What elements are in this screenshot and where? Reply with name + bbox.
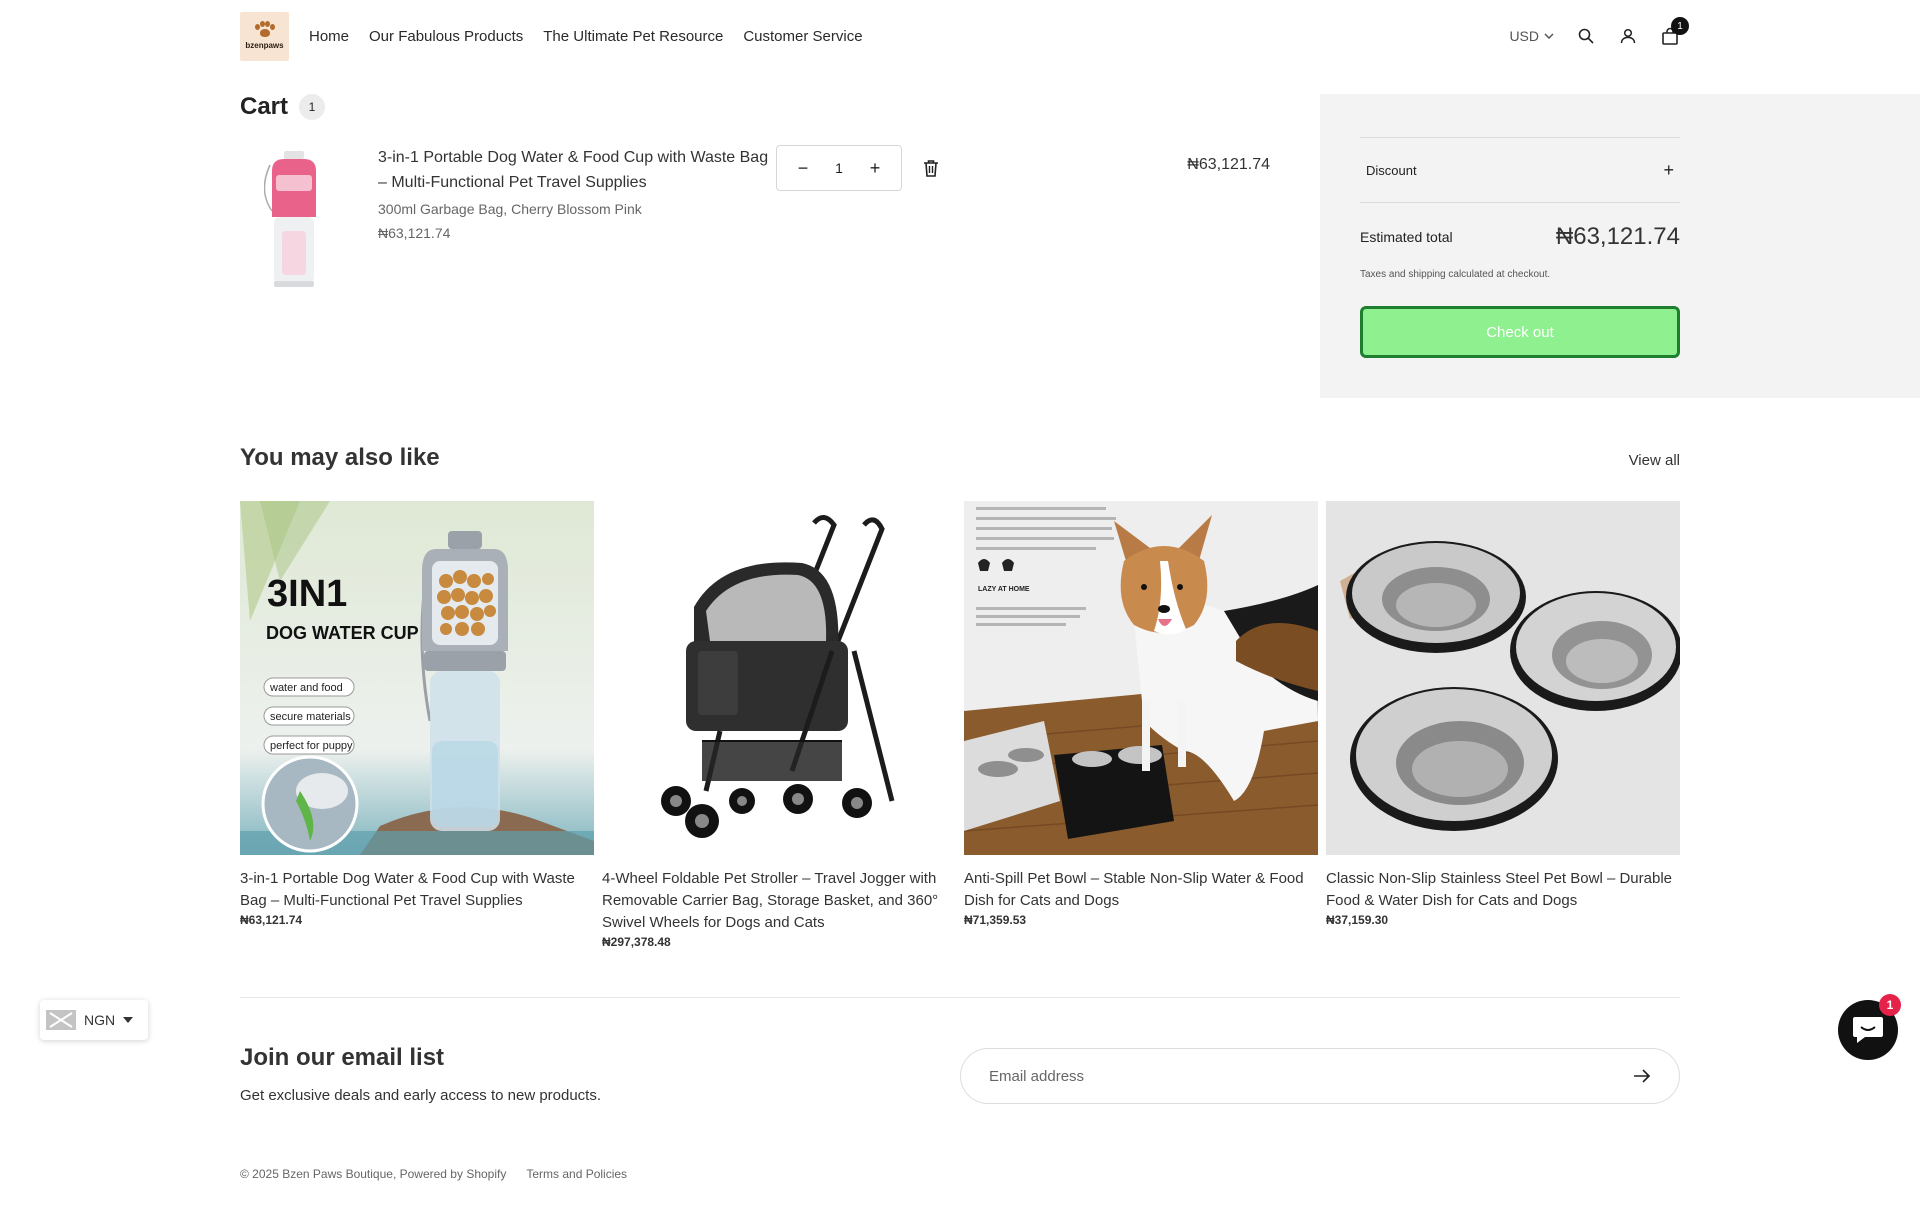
newsletter-section: Join our email list Get exclusive deals … <box>240 1044 601 1104</box>
site-header: bzenpaws Home Our Fabulous Products The … <box>240 11 1689 61</box>
product-image[interactable]: LAZY AT HOME <box>963 501 1319 855</box>
recommendations-header: You may also like View all <box>240 444 1680 472</box>
arrow-right-icon[interactable] <box>1633 1069 1651 1083</box>
paw-icon <box>254 21 275 38</box>
currency-selector[interactable]: USD <box>1509 28 1554 44</box>
estimated-total-row: Estimated total ₦63,121.74 <box>1360 223 1680 251</box>
product-price: ₦297,378.48 <box>602 935 671 949</box>
product-title[interactable]: 4-Wheel Foldable Pet Stroller – Travel J… <box>602 868 956 934</box>
caret-down-icon <box>123 1017 134 1023</box>
email-placeholder: Email address <box>989 1067 1085 1085</box>
cart-item-variant: 300ml Garbage Bag, Cherry Blossom Pink <box>378 201 642 217</box>
plus-icon: + <box>1663 159 1674 180</box>
search-button[interactable] <box>1576 26 1596 46</box>
cart-count-badge: 1 <box>1671 17 1689 35</box>
product-card[interactable]: Classic Non-Slip Stainless Steel Pet Bow… <box>1326 501 1682 949</box>
cart-button[interactable]: 1 <box>1660 17 1689 46</box>
product-image[interactable]: 3IN1 DOG WATER CUP water and food secure… <box>240 501 594 855</box>
product-image-subheadline: DOG WATER CUP <box>266 623 419 643</box>
account-button[interactable] <box>1618 26 1638 46</box>
chat-button[interactable]: 1 <box>1838 994 1901 1060</box>
store-logo[interactable]: bzenpaws <box>240 11 289 61</box>
product-image-brand: LAZY AT HOME <box>978 586 1030 593</box>
product-image-feature-3: perfect for puppy <box>270 740 353 752</box>
view-all-link[interactable]: View all <box>1629 452 1680 469</box>
cart-item-title[interactable]: 3-in-1 Portable Dog Water & Food Cup wit… <box>378 145 778 195</box>
nav-pet-resource[interactable]: The Ultimate Pet Resource <box>543 28 723 45</box>
logo-text: bzenpaws <box>245 41 284 50</box>
checkout-button[interactable]: Check out <box>1360 306 1680 358</box>
product-title[interactable]: Anti-Spill Pet Bowl – Stable Non-Slip Wa… <box>964 868 1318 912</box>
discount-label: Discount <box>1366 162 1417 178</box>
flag-icon <box>46 1010 76 1030</box>
discount-toggle[interactable]: Discount + <box>1360 137 1680 203</box>
trash-icon[interactable] <box>923 159 939 177</box>
main-nav: Home Our Fabulous Products The Ultimate … <box>309 28 863 45</box>
estimated-total-value: ₦63,121.74 <box>1555 223 1680 250</box>
newsletter-title: Join our email list <box>240 1044 445 1071</box>
user-icon <box>1620 28 1636 44</box>
cart-line-item: 3-in-1 Portable Dog Water & Food Cup wit… <box>240 145 1270 295</box>
nav-home[interactable]: Home <box>309 28 349 45</box>
cart-heading: Cart 1 <box>240 93 326 121</box>
chat-badge: 1 <box>1879 994 1901 1016</box>
product-price: ₦63,121.74 <box>240 913 303 927</box>
product-title[interactable]: 3-in-1 Portable Dog Water & Food Cup wit… <box>240 868 594 912</box>
email-field[interactable]: Email address <box>960 1048 1680 1104</box>
product-card[interactable]: 3IN1 DOG WATER CUP water and food secure… <box>240 501 594 949</box>
cart-item-details: 3-in-1 Portable Dog Water & Food Cup wit… <box>378 145 778 241</box>
increase-quantity-button[interactable]: + <box>867 158 883 179</box>
cart-line-total: ₦63,121.74 <box>1187 156 1270 173</box>
terms-link[interactable]: Terms and Policies <box>526 1167 627 1181</box>
cart-item-price: ₦63,121.74 <box>378 225 451 241</box>
product-title[interactable]: Classic Non-Slip Stainless Steel Pet Bow… <box>1326 868 1680 912</box>
product-price: ₦37,159.30 <box>1326 913 1389 927</box>
cart-title: Cart <box>240 93 289 120</box>
product-price: ₦71,359.53 <box>964 913 1027 927</box>
nav-products[interactable]: Our Fabulous Products <box>369 28 523 45</box>
summary-content: Discount + Estimated total ₦63,121.74 Ta… <box>1360 137 1680 358</box>
chevron-down-icon <box>1544 33 1554 39</box>
nav-customer-service[interactable]: Customer Service <box>743 28 862 45</box>
decrease-quantity-button[interactable]: − <box>795 158 811 179</box>
order-summary: Discount + Estimated total ₦63,121.74 Ta… <box>1320 94 1920 398</box>
search-icon <box>1578 28 1594 44</box>
product-image[interactable] <box>602 501 956 855</box>
product-image-feature-2: secure materials <box>270 711 351 723</box>
header-actions: USD 1 <box>1509 17 1689 46</box>
copyright-text[interactable]: © 2025 Bzen Paws Boutique, Powered by Sh… <box>240 1167 506 1181</box>
product-image-headline: 3IN1 <box>267 573 347 615</box>
country-currency-selector[interactable]: NGN <box>40 1000 148 1040</box>
cart-item-image[interactable] <box>264 151 324 289</box>
product-image[interactable] <box>1326 501 1682 855</box>
product-card[interactable]: LAZY AT HOME Anti-Spill Pet Bowl – Stabl… <box>963 501 1319 949</box>
site-footer: © 2025 Bzen Paws Boutique, Powered by Sh… <box>240 1167 627 1181</box>
recommendations-title: You may also like <box>240 444 440 471</box>
newsletter-subtitle: Get exclusive deals and early access to … <box>240 1087 602 1104</box>
quantity-stepper: − 1 + <box>776 145 902 191</box>
section-divider <box>240 997 1680 998</box>
cart-item-count: 1 <box>299 94 326 120</box>
product-grid: 3IN1 DOG WATER CUP water and food secure… <box>240 501 1682 949</box>
currency-label: USD <box>1509 28 1539 44</box>
tax-note: Taxes and shipping calculated at checkou… <box>1360 269 1551 280</box>
chat-bubble-icon <box>1853 1017 1883 1043</box>
currency-code: NGN <box>84 1012 116 1028</box>
product-card[interactable]: 4-Wheel Foldable Pet Stroller – Travel J… <box>602 501 956 949</box>
product-image-feature-1: water and food <box>269 682 343 694</box>
estimated-total-label: Estimated total <box>1360 229 1453 245</box>
quantity-value[interactable]: 1 <box>835 160 843 176</box>
